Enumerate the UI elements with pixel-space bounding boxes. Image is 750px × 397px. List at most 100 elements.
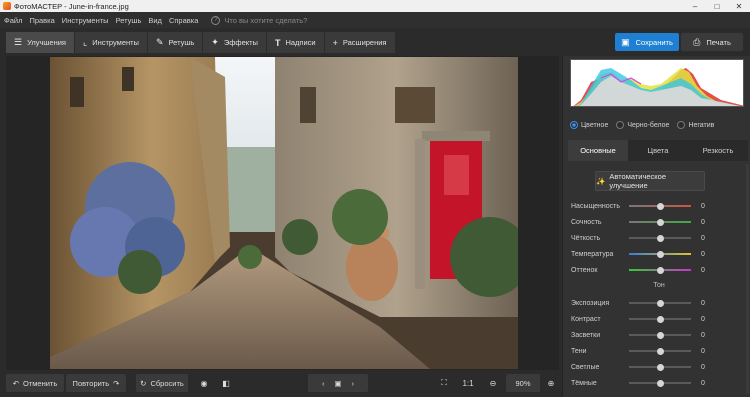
menu-tools[interactable]: Инструменты xyxy=(62,16,109,25)
mode-bw[interactable]: Черно-белое xyxy=(616,121,669,129)
zoom-out-icon[interactable]: ⊖ xyxy=(486,374,500,392)
print-button[interactable]: ⎙ Печать xyxy=(681,33,743,51)
app-logo-icon xyxy=(3,2,11,10)
zoom-in-icon[interactable]: ⊕ xyxy=(544,374,558,392)
tab-label: Инструменты xyxy=(92,38,139,47)
adjustments-panel: Цветное Черно-белое Негатив Основные Цве… xyxy=(562,56,750,397)
slider-saturation[interactable]: Насыщенность 0 xyxy=(571,201,747,211)
slider-track[interactable] xyxy=(629,266,691,274)
slider-knob[interactable] xyxy=(656,347,664,355)
slider-knob[interactable] xyxy=(656,331,664,339)
tab-sharpness[interactable]: Резкость xyxy=(688,140,748,161)
prev-image-icon[interactable]: ‹ xyxy=(322,379,325,388)
slider-knob[interactable] xyxy=(656,299,664,307)
zoom-value[interactable]: 90% xyxy=(506,374,540,392)
slider-value: 0 xyxy=(701,331,705,339)
slider-track[interactable] xyxy=(629,331,691,339)
slider-value: 0 xyxy=(701,218,705,226)
save-button[interactable]: ▣ Сохранить xyxy=(615,33,679,51)
tab-colors[interactable]: Цвета xyxy=(628,140,688,161)
slider-knob[interactable] xyxy=(656,202,664,210)
folder-icon[interactable]: ▣ xyxy=(334,379,341,388)
slider-track[interactable] xyxy=(629,315,691,323)
slider-contrast[interactable]: Контраст 0 xyxy=(571,314,747,324)
slider-knob[interactable] xyxy=(656,363,664,371)
slider-lights[interactable]: Светлые 0 xyxy=(571,362,747,372)
slider-track[interactable] xyxy=(629,363,691,371)
slider-darks[interactable]: Тёмные 0 xyxy=(571,378,747,388)
slider-track[interactable] xyxy=(629,347,691,355)
histogram-graph xyxy=(571,60,743,106)
tab-label: Надписи xyxy=(285,38,316,47)
tab-basic[interactable]: Основные xyxy=(568,140,628,161)
minimize-icon[interactable]: – xyxy=(684,0,706,12)
tab-enhancements[interactable]: ☰ Улучшения xyxy=(6,32,75,53)
mode-negative[interactable]: Негатив xyxy=(677,121,714,129)
file-navigation: ‹ ▣ › xyxy=(308,374,368,392)
slider-label: Засветки xyxy=(571,331,601,339)
preview-eye-icon[interactable]: ◉ xyxy=(196,374,212,392)
tab-extensions[interactable]: + Расширения xyxy=(324,32,396,53)
slider-exposure[interactable]: Экспозиция 0 xyxy=(571,298,747,308)
slider-knob[interactable] xyxy=(656,234,664,242)
auto-enhance-button[interactable]: ✨ Автоматическое улучшение xyxy=(595,171,705,191)
slider-label: Оттенок xyxy=(571,266,598,274)
undo-label: Отменить xyxy=(23,378,58,388)
maximize-icon[interactable]: □ xyxy=(706,0,728,12)
redo-button[interactable]: Повторить ↷ xyxy=(66,374,126,392)
actual-size-button[interactable]: 1:1 xyxy=(458,374,478,392)
slider-track[interactable] xyxy=(629,202,691,210)
slider-knob[interactable] xyxy=(656,379,664,387)
slider-track[interactable] xyxy=(629,379,691,387)
reset-button[interactable]: ↻ Сбросить xyxy=(136,374,188,392)
slider-label: Насыщенность xyxy=(571,202,621,210)
slider-track[interactable] xyxy=(629,234,691,242)
slider-knob[interactable] xyxy=(656,266,664,274)
printer-icon: ⎙ xyxy=(693,36,701,47)
photo-canvas[interactable] xyxy=(50,57,518,369)
fit-screen-icon[interactable]: ⛶ xyxy=(436,374,452,392)
slider-value: 0 xyxy=(701,202,705,210)
slider-track[interactable] xyxy=(629,299,691,307)
slider-label: Светлые xyxy=(571,363,600,371)
menu-edit[interactable]: Правка xyxy=(29,16,54,25)
slider-tint[interactable]: Оттенок 0 xyxy=(571,265,747,275)
menu-retouch[interactable]: Ретушь xyxy=(116,16,142,25)
tab-retouch[interactable]: ✎ Ретушь xyxy=(147,32,204,53)
street-photo-image xyxy=(50,57,518,369)
mode-tabs: ☰ Улучшения ⌞ Инструменты ✎ Ретушь ✦ Эфф… xyxy=(6,32,396,53)
slider-clarity[interactable]: Чёткость 0 xyxy=(571,233,747,243)
slider-knob[interactable] xyxy=(656,315,664,323)
slider-value: 0 xyxy=(701,363,705,371)
slider-knob[interactable] xyxy=(656,218,664,226)
radio-selected-icon xyxy=(570,121,578,129)
command-search[interactable]: ? Что вы хотите сделать? xyxy=(211,15,307,25)
bottom-bar: ↶ Отменить Повторить ↷ ↻ Сбросить ◉ ◧ ‹ … xyxy=(0,371,562,397)
tab-effects[interactable]: ✦ Эффекты xyxy=(203,32,267,53)
tab-tools[interactable]: ⌞ Инструменты xyxy=(74,32,148,53)
slider-vibrance[interactable]: Сочность 0 xyxy=(571,217,747,227)
panel-scrollbar[interactable] xyxy=(746,164,749,394)
reset-icon: ↻ xyxy=(140,378,147,388)
slider-track[interactable] xyxy=(629,218,691,226)
text-icon: T xyxy=(274,37,281,48)
slider-value: 0 xyxy=(701,299,705,307)
menu-help[interactable]: Справка xyxy=(169,16,198,25)
slider-label: Контраст xyxy=(571,315,601,323)
next-image-icon[interactable]: › xyxy=(352,379,355,388)
close-icon[interactable]: ✕ xyxy=(728,0,750,12)
slider-track[interactable] xyxy=(629,250,691,258)
menu-file[interactable]: Файл xyxy=(4,16,22,25)
undo-icon: ↶ xyxy=(12,378,19,388)
tab-label: Расширения xyxy=(342,38,387,47)
slider-highlights[interactable]: Засветки 0 xyxy=(571,330,747,340)
compare-icon[interactable]: ◧ xyxy=(218,374,234,392)
undo-button[interactable]: ↶ Отменить xyxy=(6,374,64,392)
slider-shadows[interactable]: Тени 0 xyxy=(571,346,747,356)
menu-view[interactable]: Вид xyxy=(148,16,162,25)
slider-label: Сочность xyxy=(571,218,602,226)
tab-captions[interactable]: T Надписи xyxy=(266,32,325,53)
mode-color[interactable]: Цветное xyxy=(570,121,608,129)
slider-knob[interactable] xyxy=(656,250,664,258)
slider-temperature[interactable]: Температура 0 xyxy=(571,249,747,259)
